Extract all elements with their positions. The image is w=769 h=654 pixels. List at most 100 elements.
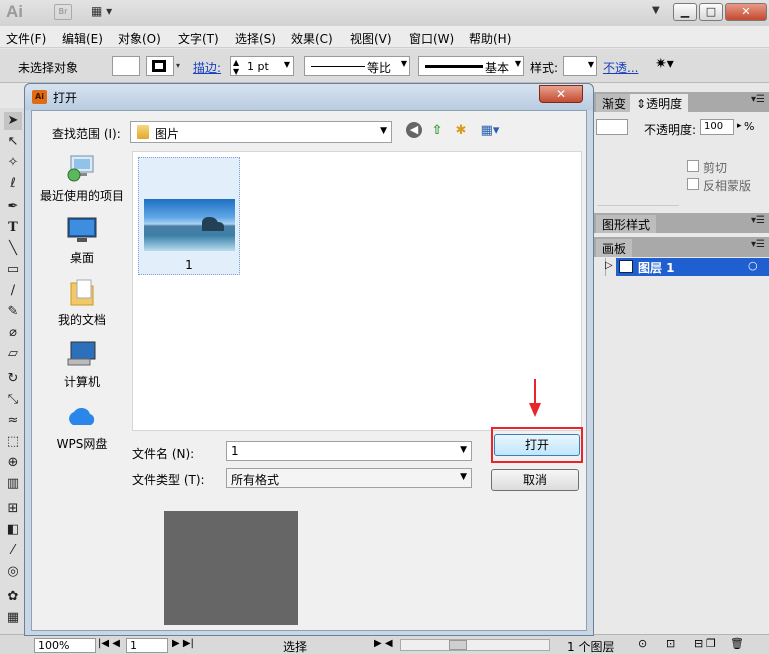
first-artboard-icon[interactable]: |◀ ◀ <box>98 638 120 649</box>
tab-graphic-styles[interactable]: 图形样式 <box>596 215 657 233</box>
arrange-documents-icon[interactable]: ▦ ▾ <box>91 4 112 18</box>
back-icon[interactable]: ◀ <box>406 122 422 138</box>
zoom-select[interactable]: 100% <box>34 638 96 653</box>
opacity-link[interactable]: 不透... <box>603 59 638 76</box>
warp-tool-icon[interactable]: ≈ <box>4 412 22 430</box>
close-button[interactable]: ✕ <box>725 3 767 21</box>
symbol-sprayer-icon[interactable]: ✿ <box>4 588 22 606</box>
horizontal-scrollbar[interactable] <box>400 639 550 651</box>
clip-checkbox[interactable] <box>687 160 699 172</box>
scroll-thumb[interactable] <box>449 640 467 650</box>
type-tool-icon[interactable]: T <box>4 219 22 237</box>
menu-effect[interactable]: 效果(C) <box>291 30 333 47</box>
shape-builder-icon[interactable]: ⊕ <box>4 454 22 472</box>
menu-file[interactable]: 文件(F) <box>6 30 46 47</box>
filename-dropdown-icon[interactable]: ▼ <box>460 445 467 455</box>
place-recent[interactable]: 最近使用的项目 <box>36 153 128 204</box>
brush-dropdown-icon[interactable]: ▼ <box>515 59 521 68</box>
dialog-close-button[interactable]: ✕ <box>539 85 583 103</box>
filetype-dropdown-icon[interactable]: ▼ <box>460 472 467 482</box>
up-folder-icon[interactable]: ⇧ <box>428 122 446 140</box>
rotate-tool-icon[interactable]: ↻ <box>4 370 22 388</box>
style-dropdown-icon[interactable]: ▼ <box>588 60 594 69</box>
maximize-button[interactable]: □ <box>699 3 723 21</box>
target-icon[interactable]: ○ <box>748 259 758 272</box>
delete-layer-icon[interactable]: 🗑 <box>730 637 744 650</box>
column-graph-icon[interactable]: ▦ <box>4 609 22 627</box>
recolor-artwork-icon[interactable]: ✷▾ <box>655 56 674 72</box>
graphic-style-picker[interactable]: ▼ <box>563 56 597 76</box>
new-layer-icon[interactable]: ❐ <box>706 637 716 650</box>
minimize-button[interactable]: ▁ <box>673 3 697 21</box>
tab-artboards[interactable]: 画板 <box>596 239 633 257</box>
blend-tool-icon[interactable]: ◎ <box>4 563 22 581</box>
menu-object[interactable]: 对象(O) <box>118 30 161 47</box>
line-tool-icon[interactable]: ╲ <box>4 240 22 258</box>
bridge-icon[interactable]: Br <box>54 4 72 20</box>
panel-menu-icon[interactable]: ▾☰ <box>751 239 765 250</box>
panel-menu-icon[interactable]: ▾☰ <box>751 94 765 105</box>
blend-mode-select[interactable] <box>596 119 628 135</box>
fill-swatch[interactable] <box>112 56 140 76</box>
workspace-dropdown-icon[interactable]: ▼ <box>652 5 660 16</box>
stroke-swatch-dropdown-icon[interactable]: ▾ <box>176 61 180 70</box>
pencil-icon[interactable]: ✎ <box>4 303 22 321</box>
layer-row[interactable]: ▷ 图层 1 ○ <box>594 258 769 276</box>
stroke-panel-link[interactable]: 描边: <box>193 59 221 76</box>
place-computer[interactable]: 计算机 <box>36 339 128 390</box>
file-list[interactable]: 1 <box>132 151 582 431</box>
blob-brush-icon[interactable]: ⌀ <box>4 324 22 342</box>
direct-selection-icon[interactable]: ↖ <box>4 133 22 151</box>
scale-tool-icon[interactable]: ⤡ <box>4 391 22 409</box>
open-button[interactable]: 打开 <box>494 434 580 456</box>
mesh-tool-icon[interactable]: ⊞ <box>4 500 22 518</box>
invert-mask-checkbox[interactable] <box>687 178 699 190</box>
pen-tool-icon[interactable]: ✒ <box>4 198 22 216</box>
locate-object-icon[interactable]: ⊙ <box>638 637 647 650</box>
tab-gradient[interactable]: 渐变 <box>596 94 633 112</box>
make-clipping-mask-icon[interactable]: ⊡ <box>666 637 675 650</box>
stepper-icon[interactable]: ▲ ▼ <box>233 58 239 76</box>
menu-view[interactable]: 视图(V) <box>350 30 392 47</box>
brush-definition[interactable]: 基本 ▼ <box>418 56 524 76</box>
free-transform-icon[interactable]: ⬚ <box>4 433 22 451</box>
stroke-weight-input[interactable]: 1 pt ▲ ▼ ▼ <box>230 56 294 76</box>
place-desktop[interactable]: 桌面 <box>36 215 128 266</box>
status-menu-icon[interactable]: ▶ ◀ <box>374 638 393 649</box>
opacity-dropdown-icon[interactable]: ▸ <box>737 121 742 131</box>
expand-layer-icon[interactable]: ▷ <box>605 260 613 271</box>
look-in-dropdown-icon[interactable]: ▼ <box>380 126 387 136</box>
look-in-combobox[interactable]: 图片 ▼ <box>130 121 392 143</box>
stroke-weight-dropdown-icon[interactable]: ▼ <box>284 60 290 69</box>
menu-type[interactable]: 文字(T) <box>178 30 219 47</box>
tab-transparency[interactable]: ⇕透明度 <box>630 94 689 112</box>
magic-wand-icon[interactable]: ✧ <box>4 154 22 172</box>
place-wps-cloud[interactable]: WPS网盘 <box>36 401 128 452</box>
filetype-select[interactable]: 所有格式 ▼ <box>226 468 472 488</box>
file-item[interactable]: 1 <box>138 157 240 275</box>
filename-input[interactable]: 1 ▼ <box>226 441 472 461</box>
menu-edit[interactable]: 编辑(E) <box>62 30 103 47</box>
profile-dropdown-icon[interactable]: ▼ <box>401 59 407 68</box>
lasso-icon[interactable]: ℓ <box>4 175 22 193</box>
eyedropper-icon[interactable]: ⁄ <box>4 542 22 560</box>
new-sublayer-icon[interactable]: ⊟ <box>694 637 703 650</box>
gradient-tool-icon[interactable]: ◧ <box>4 521 22 539</box>
menu-help[interactable]: 帮助(H) <box>469 30 511 47</box>
menu-select[interactable]: 选择(S) <box>235 30 276 47</box>
cancel-button[interactable]: 取消 <box>491 469 579 491</box>
view-menu-icon[interactable]: ▦▾ <box>476 122 504 140</box>
selection-tool-icon[interactable]: ➤ <box>4 112 22 130</box>
next-artboard-icon[interactable]: ▶ ▶| <box>172 638 194 649</box>
eraser-icon[interactable]: ▱ <box>4 345 22 363</box>
paintbrush-icon[interactable]: ∕ <box>4 282 22 300</box>
graph-tool-icon[interactable]: ▥ <box>4 475 22 493</box>
panel-menu-icon[interactable]: ▾☰ <box>751 215 765 226</box>
stroke-swatch[interactable] <box>146 56 174 76</box>
new-folder-icon[interactable]: ✱ <box>452 122 470 140</box>
rectangle-tool-icon[interactable]: ▭ <box>4 261 22 279</box>
artboard-number-select[interactable]: 1 <box>126 638 168 653</box>
menu-window[interactable]: 窗口(W) <box>409 30 454 47</box>
place-documents[interactable]: 我的文档 <box>36 277 128 328</box>
variable-width-profile[interactable]: 等比 ▼ <box>304 56 410 76</box>
